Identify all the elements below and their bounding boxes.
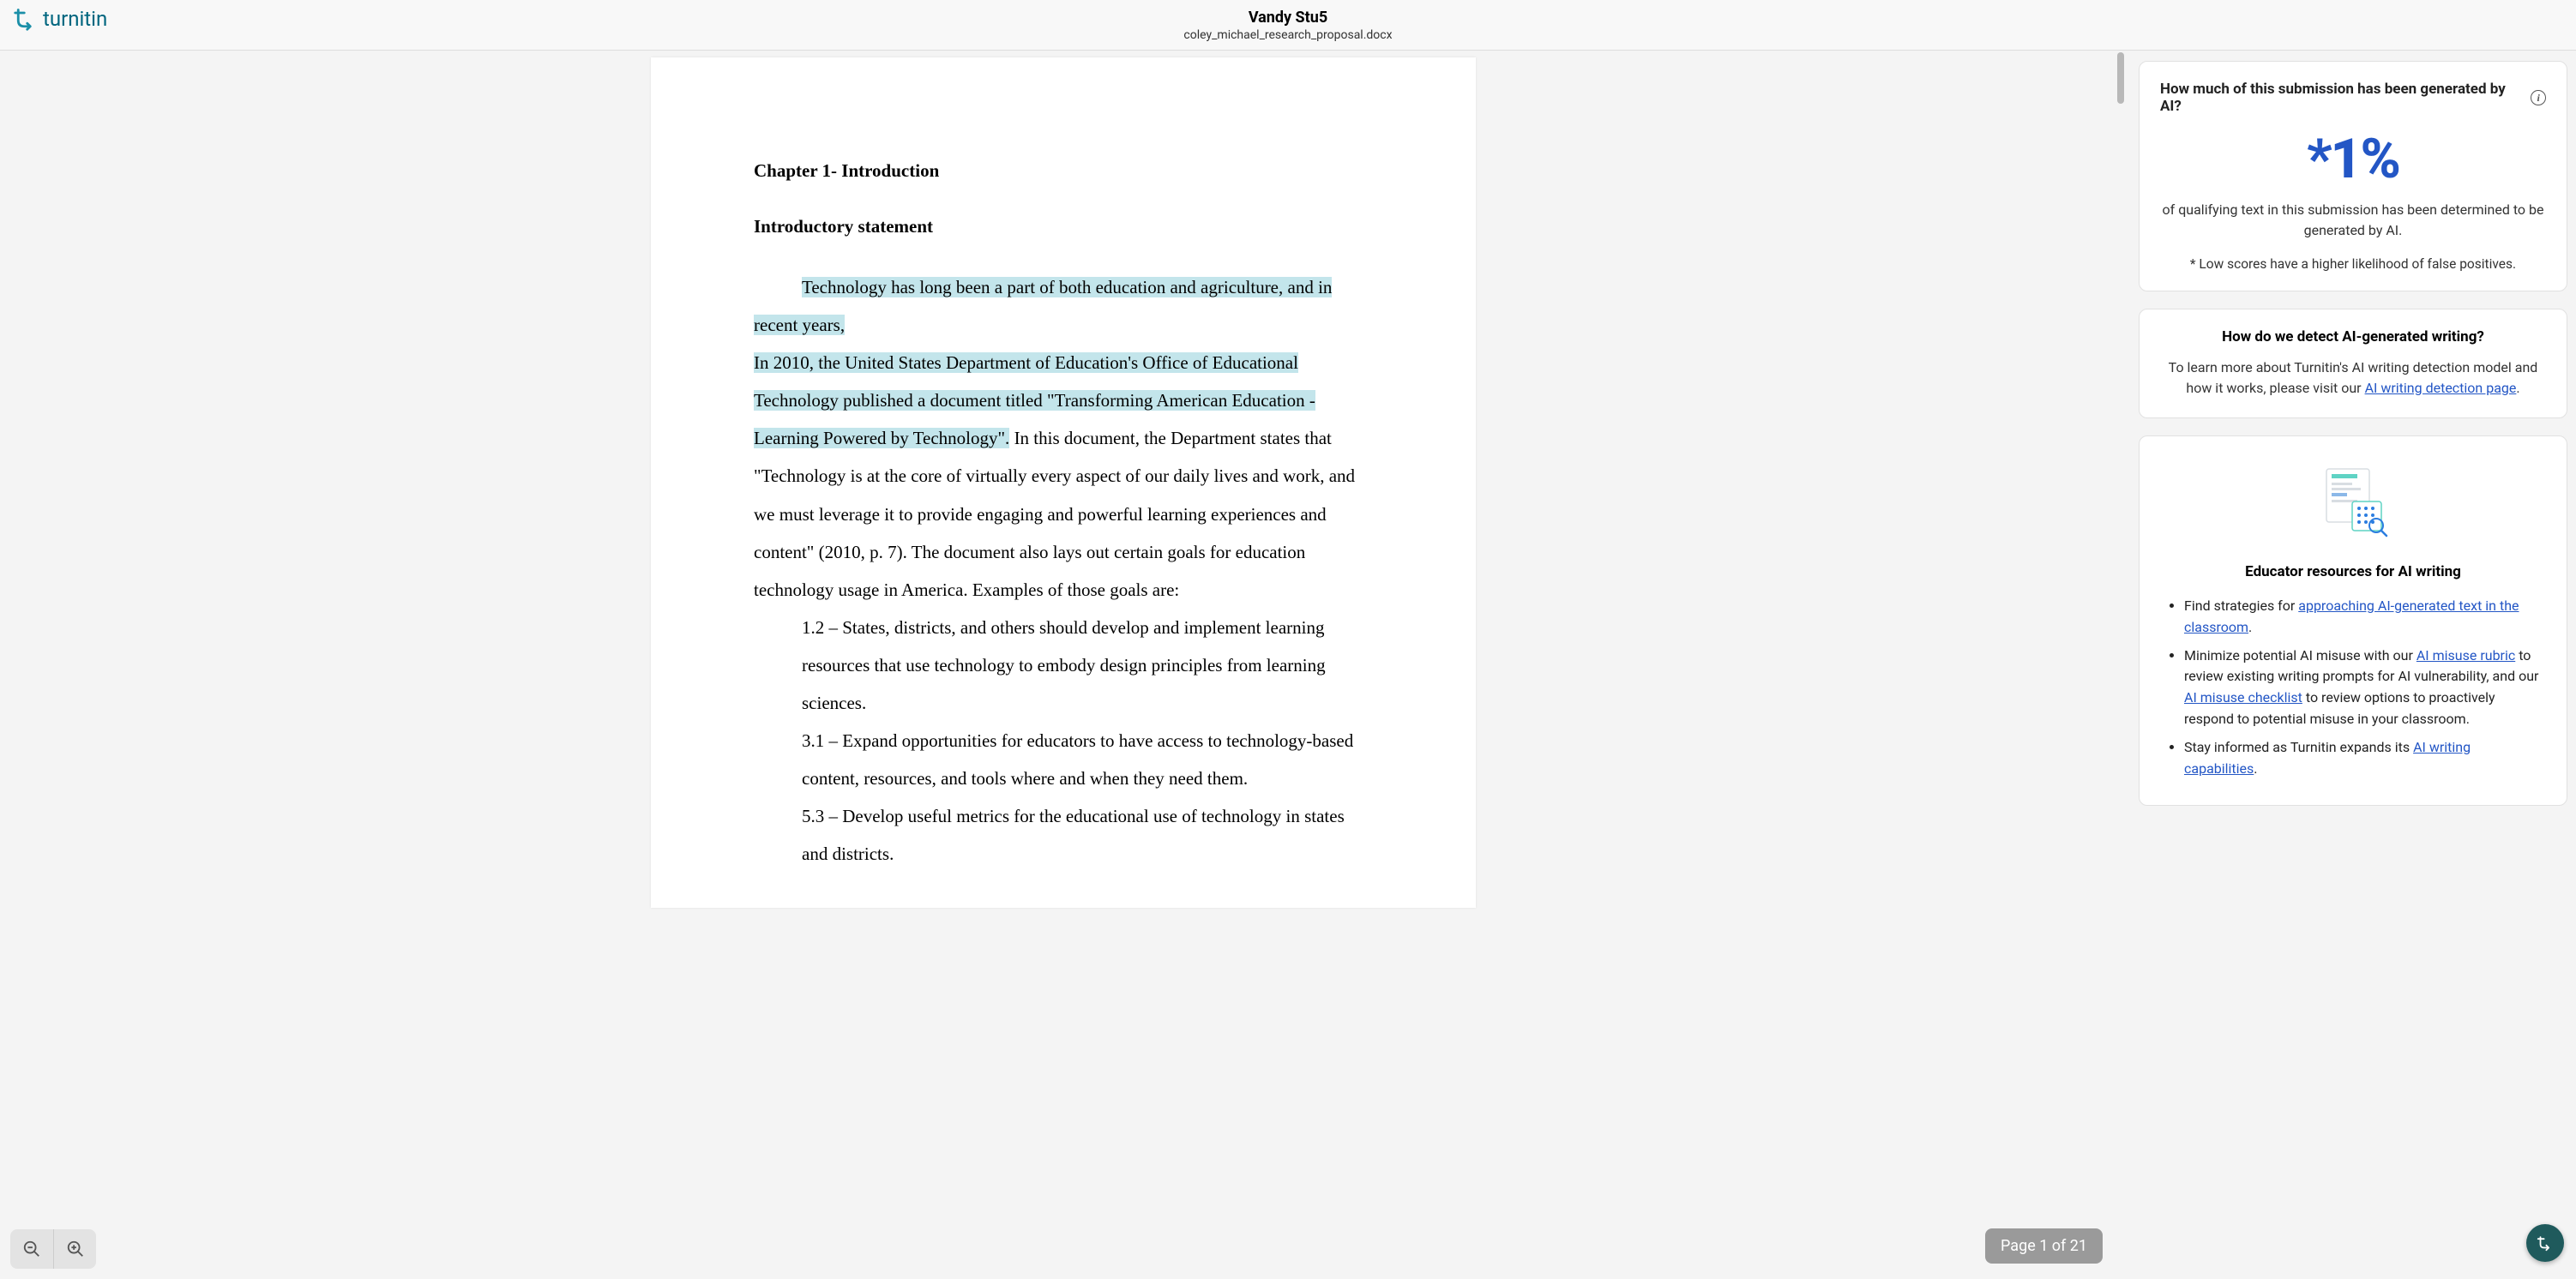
goal-item: 1.2 – States, districts, and others shou… bbox=[802, 609, 1373, 722]
res-text: Stay informed as Turnitin expands its bbox=[2184, 739, 2413, 755]
zoom-out-icon bbox=[22, 1240, 41, 1258]
goal-item: 5.3 – Develop useful metrics for the edu… bbox=[802, 797, 1373, 873]
res-link-rubric[interactable]: AI misuse rubric bbox=[2417, 647, 2515, 664]
turnitin-logo-icon bbox=[14, 7, 38, 31]
vertical-scrollbar[interactable] bbox=[2115, 51, 2127, 1279]
detection-info-card: How do we detect AI-generated writing? T… bbox=[2139, 309, 2567, 418]
document-column: Chapter 1- Introduction Introductory sta… bbox=[0, 51, 2127, 1279]
ai-percent: *1% bbox=[2160, 127, 2546, 191]
zoom-in-button[interactable] bbox=[53, 1229, 96, 1269]
zoom-controls bbox=[10, 1229, 96, 1269]
resources-title: Educator resources for AI writing bbox=[2160, 563, 2546, 580]
resources-item: Find strategies for approaching AI-gener… bbox=[2184, 596, 2546, 639]
student-name: Vandy Stu5 bbox=[1183, 9, 1392, 27]
highlighted-text[interactable]: Technology has long been a part of both … bbox=[754, 277, 1332, 335]
goal-list: 1.2 – States, districts, and others shou… bbox=[802, 609, 1373, 874]
ai-score-note: * Low scores have a higher likelihood of… bbox=[2160, 256, 2546, 272]
document-scan-icon bbox=[2314, 464, 2392, 541]
zoom-in-icon bbox=[66, 1240, 85, 1258]
help-fab[interactable] bbox=[2526, 1224, 2564, 1262]
resources-item: Minimize potential AI misuse with our AI… bbox=[2184, 646, 2546, 730]
turnitin-fab-icon bbox=[2536, 1234, 2555, 1252]
detection-title: How do we detect AI-generated writing? bbox=[2160, 328, 2546, 345]
scrollbar-thumb[interactable] bbox=[2117, 52, 2124, 104]
sidebar[interactable]: How much of this submission has been gen… bbox=[2127, 51, 2576, 1279]
intro-heading: Introductory statement bbox=[754, 216, 1373, 237]
header-center: Vandy Stu5 coley_michael_research_propos… bbox=[1183, 9, 1392, 42]
resources-item: Stay informed as Turnitin expands its AI… bbox=[2184, 737, 2546, 780]
ai-score-subtext: of qualifying text in this submission ha… bbox=[2160, 200, 2546, 241]
res-text: Minimize potential AI misuse with our bbox=[2184, 647, 2417, 664]
ai-score-title: How much of this submission has been gen… bbox=[2160, 81, 2524, 115]
brand-logo: turnitin bbox=[14, 7, 107, 31]
document-scroll[interactable]: Chapter 1- Introduction Introductory sta… bbox=[0, 51, 2127, 1279]
filename: coley_michael_research_proposal.docx bbox=[1183, 28, 1392, 42]
goal-item: 3.1 – Expand opportunities for educators… bbox=[802, 722, 1373, 797]
res-text: . bbox=[2254, 760, 2257, 777]
detection-text: To learn more about Turnitin's AI writin… bbox=[2160, 357, 2546, 399]
body-paragraph: Technology has long been a part of both … bbox=[754, 268, 1373, 609]
chapter-heading: Chapter 1- Introduction bbox=[754, 160, 1373, 182]
body-text: In this document, the Department states … bbox=[754, 428, 1355, 599]
info-icon[interactable]: i bbox=[2531, 90, 2546, 105]
detection-link[interactable]: AI writing detection page bbox=[2365, 380, 2517, 396]
brand-text: turnitin bbox=[43, 7, 107, 31]
res-link-checklist[interactable]: AI misuse checklist bbox=[2184, 689, 2302, 706]
resources-illustration bbox=[2160, 464, 2546, 541]
res-text: Find strategies for bbox=[2184, 597, 2298, 614]
zoom-out-button[interactable] bbox=[10, 1229, 53, 1269]
document-page: Chapter 1- Introduction Introductory sta… bbox=[651, 57, 1476, 908]
ai-score-title-row: How much of this submission has been gen… bbox=[2160, 81, 2546, 115]
body-area: Chapter 1- Introduction Introductory sta… bbox=[0, 51, 2576, 1279]
resources-card: Educator resources for AI writing Find s… bbox=[2139, 435, 2567, 806]
resources-list: Find strategies for approaching AI-gener… bbox=[2160, 596, 2546, 779]
app-header: turnitin Vandy Stu5 coley_michael_resear… bbox=[0, 0, 2576, 51]
ai-score-card: How much of this submission has been gen… bbox=[2139, 61, 2567, 291]
detection-text-after: . bbox=[2516, 380, 2519, 396]
page-indicator: Page 1 of 21 bbox=[1985, 1228, 2103, 1264]
res-text: . bbox=[2248, 619, 2252, 635]
